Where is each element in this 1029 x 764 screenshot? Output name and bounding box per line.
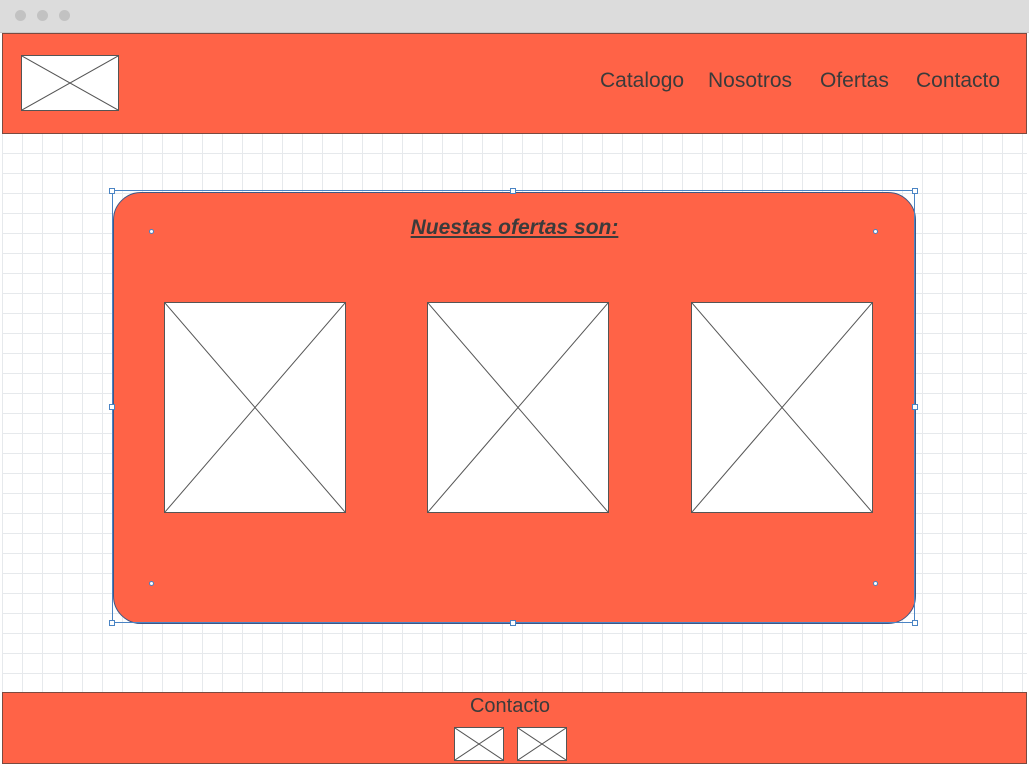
close-window-button[interactable] [15,10,26,21]
offer-2-image-placeholder-icon[interactable] [427,302,609,513]
footer-title: Contacto [469,695,551,717]
resize-handle-bottom-left[interactable] [109,620,115,626]
resize-handle-bottom[interactable] [510,620,516,626]
nav-link-catalogo[interactable]: Catalogo [600,69,684,93]
resize-handle-top-left[interactable] [109,188,115,194]
footer-image-placeholder-icon[interactable] [454,727,504,761]
nav-link-ofertas[interactable]: Ofertas [820,69,889,93]
minimize-window-button[interactable] [37,10,48,21]
offer-1-image-placeholder-icon[interactable] [164,302,346,513]
nav-link-nosotros[interactable]: Nosotros [708,69,792,93]
logo-image-placeholder-icon[interactable] [21,55,119,111]
resize-handle-left[interactable] [109,404,115,410]
maximize-window-button[interactable] [59,10,70,21]
corner-radius-handle-bottom-left[interactable] [149,581,154,586]
offers-heading: Nuestas ofertas son: [410,216,619,239]
browser-window: Catalogo Nosotros Ofertas Contacto Nuest… [0,0,1029,764]
resize-handle-right[interactable] [912,404,918,410]
nav-link-contacto[interactable]: Contacto [916,69,1000,93]
window-titlebar [0,0,1029,33]
corner-radius-handle-bottom-right[interactable] [873,581,878,586]
resize-handle-top[interactable] [510,188,516,194]
footer-image-placeholder-icon[interactable] [517,727,567,761]
resize-handle-bottom-right[interactable] [912,620,918,626]
resize-handle-top-right[interactable] [912,188,918,194]
offer-3-image-placeholder-icon[interactable] [691,302,873,513]
